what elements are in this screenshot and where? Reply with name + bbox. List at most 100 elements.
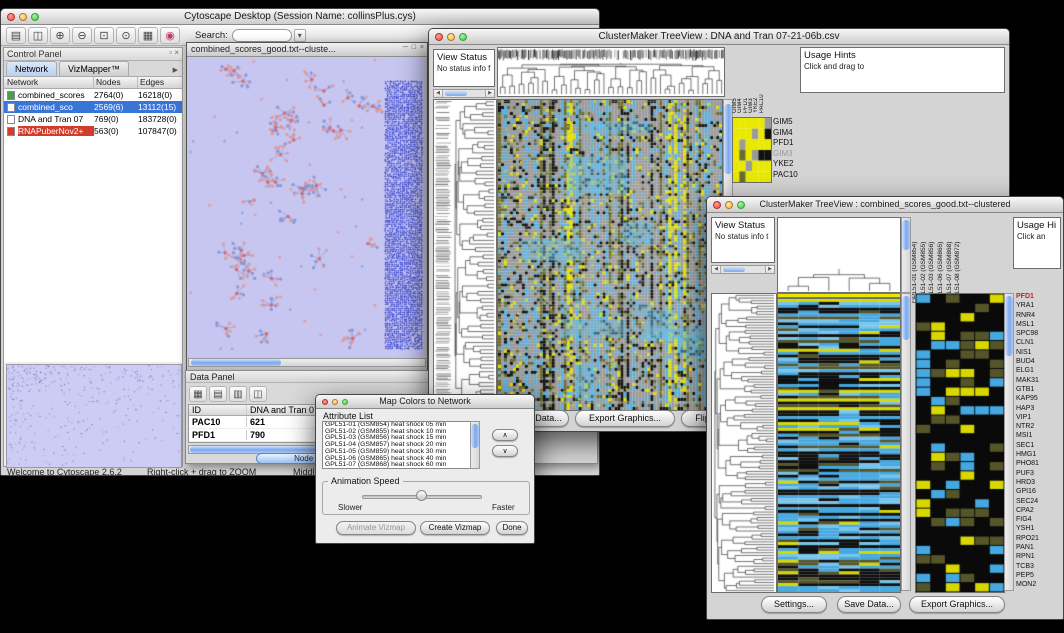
- tab-vizmapper[interactable]: VizMapper™: [59, 61, 129, 76]
- gene-label[interactable]: PHO81: [1016, 460, 1063, 469]
- move-down-button[interactable]: ∨: [492, 445, 518, 457]
- network-overview-thumbnail[interactable]: [6, 364, 182, 468]
- attribute-list-vscrollbar[interactable]: [470, 421, 480, 469]
- search-dropdown-icon[interactable]: ▾: [294, 29, 306, 42]
- gene-label[interactable]: RPN1: [1016, 553, 1063, 562]
- gene-label[interactable]: ELG1: [1016, 367, 1063, 376]
- gene-label[interactable]: MSI1: [1016, 432, 1063, 441]
- gene-label[interactable]: NTR2: [1016, 423, 1063, 432]
- settings-button[interactable]: Settings...: [761, 596, 827, 613]
- close-icon[interactable]: ×: [174, 48, 179, 57]
- network-list-item[interactable]: DNA and Tran 07769(0)183728(0): [4, 113, 182, 125]
- export-graphics-button[interactable]: Export Graphics...: [575, 410, 675, 427]
- database-icon[interactable]: ◫: [249, 386, 267, 402]
- attribute-table-icon[interactable]: ▦: [189, 386, 207, 402]
- heatmap-global-view[interactable]: [777, 298, 901, 593]
- zoom-fit-icon[interactable]: ⊡: [94, 27, 114, 44]
- heatmap-vscrollbar[interactable]: [901, 293, 911, 591]
- gene-label[interactable]: YRA1: [1016, 302, 1063, 311]
- col-id[interactable]: ID: [189, 405, 247, 415]
- network-list-item[interactable]: RNAPuberNov2+563(0)107847(0): [4, 125, 182, 137]
- column-dendrogram[interactable]: [777, 217, 901, 293]
- create-vizmap-button[interactable]: Create Vizmap: [420, 521, 490, 535]
- gene-label[interactable]: HMG1: [1016, 451, 1063, 460]
- col-edges[interactable]: Edges: [138, 77, 182, 88]
- gene-label[interactable]: RPO21: [1016, 535, 1063, 544]
- network-view-titlebar[interactable]: combined_scores_good.txt--cluste... ─ □ …: [187, 43, 427, 57]
- network-hscrollbar[interactable]: [188, 358, 426, 367]
- search-input[interactable]: [232, 29, 292, 42]
- matrix-icon[interactable]: ▤: [209, 386, 227, 402]
- col-network[interactable]: Network: [4, 77, 94, 88]
- treeview-dna-titlebar[interactable]: ClusterMaker TreeView : DNA and Tran 07-…: [429, 29, 1009, 45]
- gene-label[interactable]: NIS1: [1016, 349, 1063, 358]
- float-icon[interactable]: ▫: [169, 48, 172, 57]
- open-session-icon[interactable]: ▤: [6, 27, 26, 44]
- tab-network[interactable]: Network: [6, 61, 57, 76]
- gene-label[interactable]: SPC98: [1016, 330, 1063, 339]
- gene-label[interactable]: CPA2: [1016, 507, 1063, 516]
- row-dendrogram[interactable]: [711, 293, 777, 593]
- close-icon[interactable]: [435, 33, 443, 41]
- gene-label[interactable]: GTB1: [1016, 386, 1063, 395]
- export-graphics-button[interactable]: Export Graphics...: [909, 596, 1005, 613]
- heatmap-zoom-view[interactable]: [732, 117, 772, 183]
- network-list-item[interactable]: combined_sco2569(6)13112(15): [4, 101, 182, 113]
- attribute-list[interactable]: GPL51-01 (GSM854) heat shock 05 minGPL51…: [322, 421, 480, 469]
- attribute-item[interactable]: GPL51-07 (GSM868) heat shock 60 min: [323, 462, 479, 469]
- close-icon[interactable]: [322, 399, 328, 405]
- gene-label[interactable]: PAC10: [773, 170, 799, 181]
- gene-label[interactable]: MSL1: [1016, 321, 1063, 330]
- treeview-combined-titlebar[interactable]: ClusterMaker TreeView : combined_scores_…: [707, 197, 1063, 213]
- zoom-in-icon[interactable]: ⊕: [50, 27, 70, 44]
- gene-label[interactable]: SEC24: [1016, 498, 1063, 507]
- gene-label[interactable]: GIM5: [773, 117, 799, 128]
- close-icon[interactable]: [7, 13, 15, 21]
- gene-label[interactable]: PFD1: [1016, 293, 1063, 302]
- gene-label[interactable]: RNR4: [1016, 312, 1063, 321]
- main-titlebar[interactable]: Cytoscape Desktop (Session Name: collins…: [1, 9, 599, 25]
- tab-overflow-icon[interactable]: ▶: [169, 66, 182, 76]
- gene-label[interactable]: BUD4: [1016, 358, 1063, 367]
- gene-label[interactable]: PUF3: [1016, 470, 1063, 479]
- network-list-item[interactable]: combined_scores2764(0)16218(0): [4, 89, 182, 101]
- zoom-selected-icon[interactable]: ⊙: [116, 27, 136, 44]
- network-canvas[interactable]: [188, 57, 426, 357]
- top-vscrollbar[interactable]: [901, 217, 911, 293]
- close-icon[interactable]: [713, 201, 721, 209]
- snapshot-icon[interactable]: ◉: [160, 27, 180, 44]
- gene-label[interactable]: MON2: [1016, 581, 1063, 590]
- gene-label[interactable]: KAP95: [1016, 395, 1063, 404]
- gene-label[interactable]: GIM3: [773, 149, 799, 160]
- gene-label[interactable]: YSH1: [1016, 525, 1063, 534]
- done-button[interactable]: Done: [496, 521, 528, 535]
- save-data-button[interactable]: Save Data...: [837, 596, 901, 613]
- gene-label[interactable]: MAK31: [1016, 377, 1063, 386]
- heatmap-zoom-view[interactable]: [915, 293, 1005, 593]
- col-nodes[interactable]: Nodes: [94, 77, 138, 88]
- gene-label[interactable]: SEC1: [1016, 442, 1063, 451]
- map-dialog-titlebar[interactable]: Map Colors to Network: [316, 395, 534, 409]
- gene-label[interactable]: GIM4: [773, 128, 799, 139]
- column-dendrogram[interactable]: [497, 47, 725, 97]
- gene-label[interactable]: PEP5: [1016, 572, 1063, 581]
- move-up-button[interactable]: ∧: [492, 429, 518, 441]
- gene-label[interactable]: HRD3: [1016, 479, 1063, 488]
- annotation-icon[interactable]: ▦: [138, 27, 158, 44]
- gene-label[interactable]: FIG4: [1016, 516, 1063, 525]
- gene-label[interactable]: PAN1: [1016, 544, 1063, 553]
- zoom-vscrollbar[interactable]: [1004, 293, 1014, 591]
- mini-hscrollbar[interactable]: ◀▶: [711, 265, 775, 274]
- gene-label[interactable]: HAP3: [1016, 405, 1063, 414]
- gene-label[interactable]: VIP1: [1016, 414, 1063, 423]
- gene-label[interactable]: YKE2: [773, 159, 799, 170]
- gene-label[interactable]: CLN1: [1016, 339, 1063, 348]
- animate-vizmap-button[interactable]: Animate Vizmap: [336, 521, 416, 535]
- mini-hscrollbar[interactable]: ◀▶: [433, 89, 495, 98]
- save-session-icon[interactable]: ◫: [28, 27, 48, 44]
- slider-thumb[interactable]: [416, 490, 427, 501]
- frame-controls[interactable]: ─ □ ×: [403, 44, 425, 51]
- grid-icon[interactable]: ▥: [229, 386, 247, 402]
- zoom-out-icon[interactable]: ⊖: [72, 27, 92, 44]
- gene-label[interactable]: PFD1: [773, 138, 799, 149]
